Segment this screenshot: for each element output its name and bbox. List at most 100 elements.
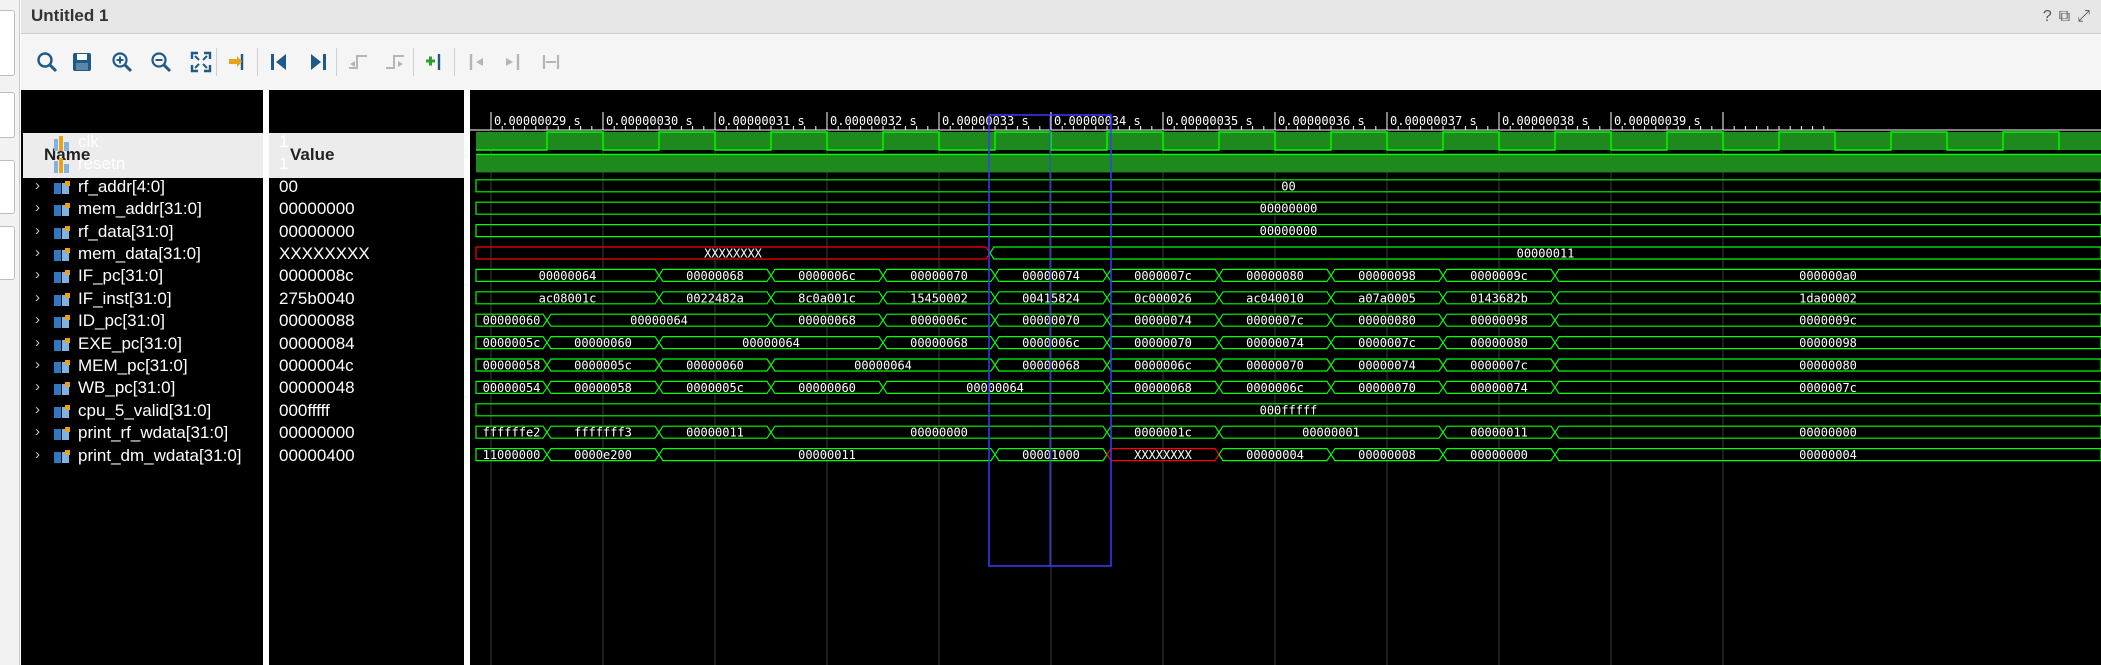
time-label: 0.00000037 s	[1390, 114, 1477, 128]
bus-value-label: 00000004	[1799, 448, 1857, 462]
bus-value-label: 0000009c	[1470, 269, 1528, 283]
bus-value-label: 0000007c	[1134, 269, 1192, 283]
add-marker-button[interactable]	[419, 47, 451, 77]
signal-name: EXE_pc[31:0]	[78, 333, 182, 353]
bus-value-label: 00000068	[798, 314, 856, 328]
help-icon[interactable]: ?	[2043, 8, 2059, 25]
bus-value-label: 00000011	[1517, 247, 1575, 261]
zoom-in-button[interactable]	[106, 47, 138, 77]
bus-value-label: 8c0a001c	[798, 291, 856, 305]
signal-value: 0000008c	[279, 266, 354, 286]
go-to-end-icon	[311, 54, 326, 70]
expand-chevron-icon[interactable]: ›	[35, 401, 40, 418]
expand-chevron-icon[interactable]: ›	[35, 356, 40, 373]
bus-value-label: 11000000	[483, 448, 541, 462]
side-tab[interactable]	[0, 10, 15, 76]
window-title: Untitled 1	[31, 6, 109, 25]
bus-value-label: ac08001c	[539, 291, 597, 305]
expand-chevron-icon[interactable]: ›	[35, 199, 40, 216]
bus-value-label: 00415824	[1022, 291, 1080, 305]
bus-value-label: XXXXXXXX	[704, 247, 763, 261]
add-marker-icon	[426, 54, 441, 70]
bus-value-label: 00000058	[483, 359, 541, 373]
bus-value-label: 00000074	[1246, 336, 1304, 350]
bus-value-label: 00000080	[1470, 336, 1528, 350]
search-icon	[37, 52, 58, 73]
signal-name: cpu_5_valid[31:0]	[78, 400, 212, 420]
previous-transition-icon	[349, 55, 367, 69]
time-label: 0.00000030 s	[606, 114, 693, 128]
side-tab[interactable]	[0, 160, 15, 214]
bus-value-label: 00000011	[1470, 426, 1528, 440]
bus-value-label: 0000006c	[1246, 381, 1304, 395]
signal-row[interactable]: › print_dm_wdata[31:0] 00000400	[21, 443, 464, 473]
signal-name: resetn	[78, 154, 126, 174]
zoom-out-icon	[151, 52, 172, 73]
expand-chevron-icon[interactable]: ›	[35, 222, 40, 239]
bus-value-label: 00000000	[1260, 202, 1318, 216]
next-marker-button[interactable]	[497, 47, 529, 77]
expand-chevron-icon[interactable]: ›	[35, 177, 40, 194]
signal-value: 00000000	[279, 221, 355, 241]
side-tab[interactable]	[0, 226, 15, 280]
signal-name: mem_data[31:0]	[78, 244, 201, 263]
bus-value-label: 00000000	[1799, 426, 1857, 440]
expand-chevron-icon[interactable]: ›	[35, 446, 40, 463]
expand-chevron-icon[interactable]: ›	[35, 334, 40, 351]
signal-name: clk	[78, 132, 99, 151]
previous-marker-button[interactable]	[460, 47, 492, 77]
zoom-fit-button[interactable]	[185, 47, 217, 77]
bus-value-label: 00000058	[574, 381, 632, 395]
expand-chevron-icon[interactable]: ›	[35, 311, 40, 328]
bus-value-label: 00000068	[1022, 359, 1080, 373]
signal-value: 00000000	[279, 199, 355, 219]
signal-value: 0000004c	[279, 356, 354, 375]
restore-icon[interactable]: ⧉	[2059, 8, 2077, 25]
bus-value-label: 00000080	[1799, 359, 1857, 373]
bus-value-label: 0000006c	[1022, 336, 1080, 350]
bus-signal-icon	[54, 180, 70, 194]
save-button[interactable]	[66, 47, 98, 77]
bus-value-label: 00000008	[1358, 448, 1416, 462]
bus-value-label: 00000064	[539, 269, 597, 283]
bus-signal-icon	[54, 292, 70, 306]
bus-signal-icon	[54, 449, 70, 463]
next-transition-button[interactable]	[379, 47, 411, 77]
signal-value: 00	[279, 176, 298, 196]
bus-value-label: 0000006c	[1134, 359, 1192, 373]
zoom-out-button[interactable]	[145, 47, 177, 77]
go-to-cursor-icon	[229, 54, 244, 70]
maximize-icon[interactable]: ⤢	[2077, 8, 2097, 25]
go-to-time-zero-button[interactable]	[263, 47, 295, 77]
left-panel-strip	[0, 0, 20, 665]
bus-value-label: 000fffff	[1260, 403, 1318, 417]
time-label: 0.00000032 s	[830, 114, 917, 128]
signal-name: print_rf_wdata[31:0]	[78, 423, 229, 443]
signal-name: ID_pc[31:0]	[78, 311, 165, 331]
zoom-fit-icon	[190, 51, 212, 73]
go-to-cursor-button[interactable]	[222, 47, 254, 77]
bus-value-label: 00000070	[1134, 336, 1192, 350]
side-tab[interactable]	[0, 92, 15, 138]
swap-cursors-button[interactable]	[535, 47, 567, 77]
expand-chevron-icon[interactable]: ›	[35, 423, 40, 440]
previous-transition-button[interactable]	[342, 47, 374, 77]
bus-value-label: 00000000	[1260, 224, 1318, 238]
expand-chevron-icon[interactable]: ›	[35, 289, 40, 306]
expand-chevron-icon[interactable]: ›	[35, 266, 40, 283]
expand-chevron-icon[interactable]: ›	[35, 378, 40, 395]
expand-chevron-icon[interactable]: ›	[35, 244, 40, 261]
signal-value: 00000400	[279, 445, 355, 465]
bit-signal-icon	[54, 158, 69, 174]
waveform-canvas[interactable]: 0.00000029 s 0.00000030 s 0.00000031 s 0.00…	[470, 90, 2101, 665]
go-to-last-time-button[interactable]	[302, 47, 334, 77]
signal-high-fill	[476, 154, 2101, 173]
bus-value-label: 0000006c	[798, 269, 856, 283]
time-label: 0.00000036 s	[1278, 114, 1365, 128]
bus-value-label: 00000060	[574, 336, 632, 350]
bus-value-label: XXXXXXXX	[1134, 448, 1193, 462]
title-bar: Untitled 1 ?⧉⤢	[21, 0, 2101, 34]
window-controls: ?⧉⤢	[2043, 8, 2097, 26]
search-button[interactable]	[31, 47, 63, 77]
go-to-start-icon	[271, 54, 286, 70]
